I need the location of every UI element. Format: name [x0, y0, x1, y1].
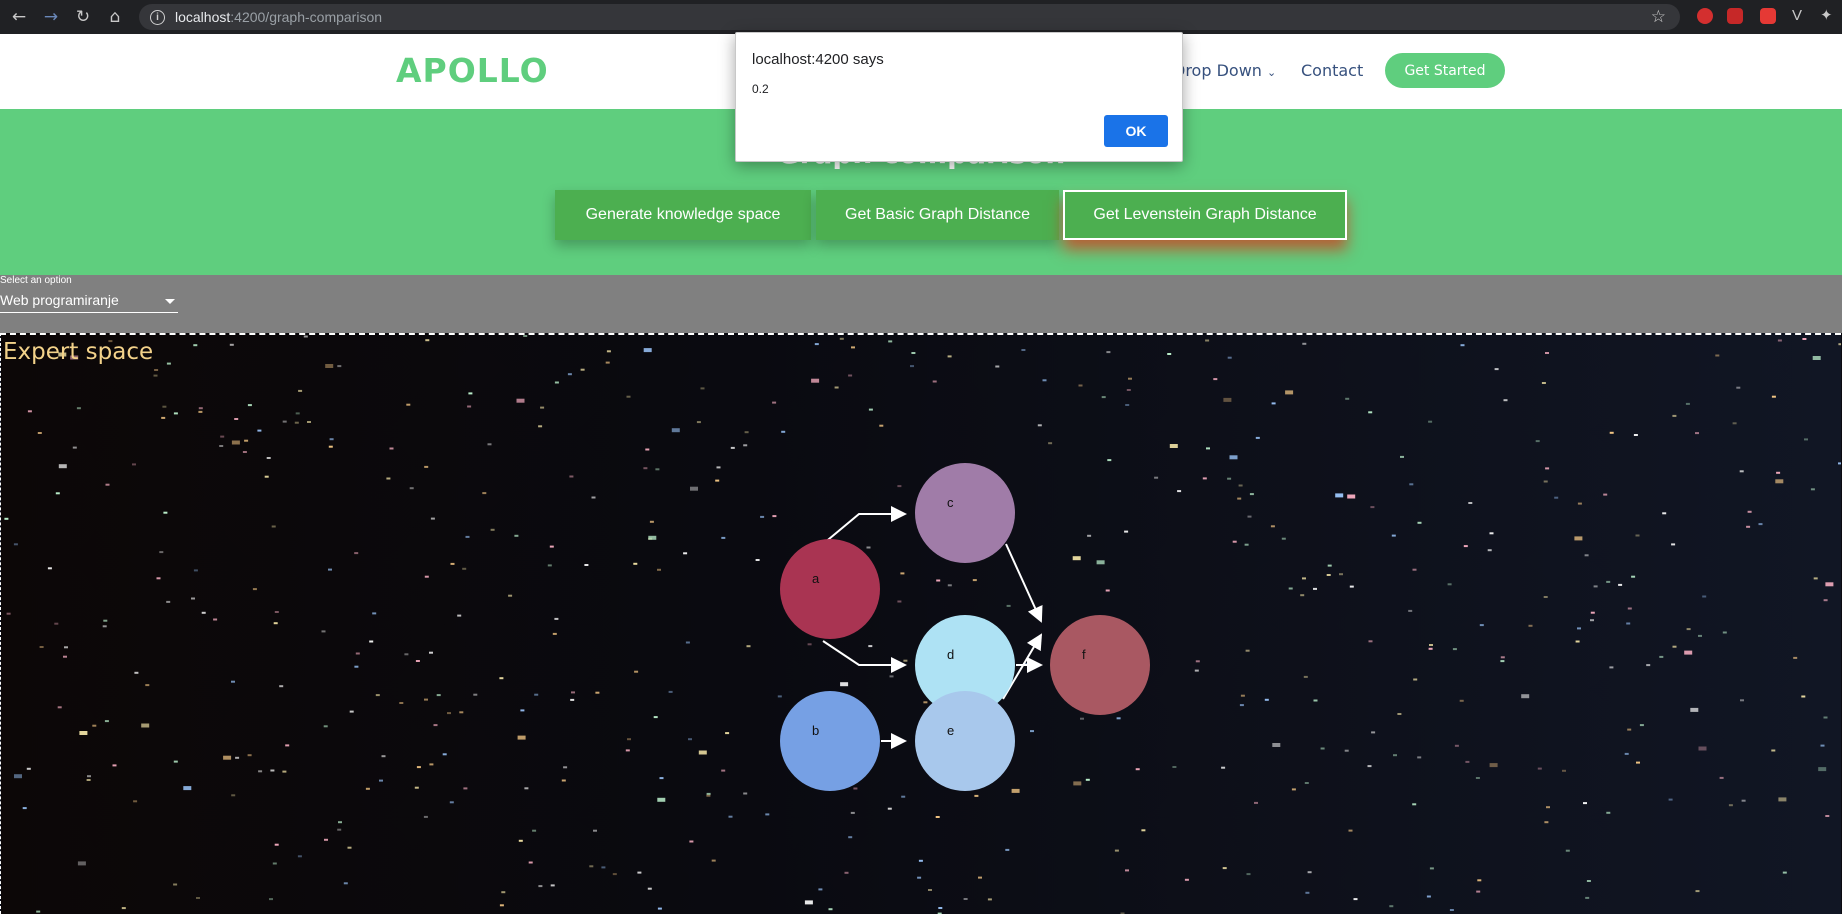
graph-node-a[interactable]	[780, 539, 880, 639]
address-bar[interactable]: i localhost:4200/graph-comparison ☆	[139, 4, 1680, 30]
chevron-down-icon: ⌄	[1267, 66, 1276, 79]
option-select-area: Select an option Web programiranje	[0, 275, 1842, 333]
generate-knowledge-space-button[interactable]: Generate knowledge space	[555, 190, 811, 240]
graph-edge-c-f	[1006, 544, 1041, 621]
graph-node-f[interactable]	[1050, 615, 1150, 715]
logo[interactable]: APOLLO	[396, 51, 549, 90]
url-text[interactable]: localhost:4200/graph-comparison	[175, 9, 382, 25]
nav-dropdown-label: Drop Down	[1173, 61, 1262, 80]
knowledge-graph: a b c d e f	[1, 335, 1841, 914]
option-select[interactable]: Web programiranje	[0, 292, 119, 308]
browser-toolbar: ← → ↻ ⌂ i localhost:4200/graph-compariso…	[0, 0, 1842, 34]
basic-graph-distance-button[interactable]: Get Basic Graph Distance	[816, 190, 1059, 240]
nav-dropdown[interactable]: Drop Down ⌄	[1173, 61, 1276, 80]
info-icon[interactable]: i	[150, 10, 165, 25]
graph-edge-a-d	[823, 641, 905, 665]
graph-node-label-d: d	[947, 647, 954, 662]
alert-dialog: localhost:4200 says 0.2 OK	[735, 32, 1183, 162]
star-icon[interactable]: ☆	[1651, 7, 1666, 27]
forward-icon[interactable]: →	[38, 4, 64, 30]
reload-icon[interactable]: ↻	[70, 4, 96, 30]
ok-button[interactable]: OK	[1104, 115, 1168, 147]
dropdown-arrow-icon[interactable]	[165, 299, 175, 304]
extension-icon[interactable]	[1760, 8, 1776, 24]
select-label: Select an option	[0, 275, 72, 286]
graph-node-b[interactable]	[780, 691, 880, 791]
select-underline	[0, 312, 178, 313]
url-path: :4200/graph-comparison	[230, 9, 382, 25]
graph-node-label-a: a	[812, 571, 820, 586]
graph-node-label-f: f	[1082, 647, 1086, 662]
home-icon[interactable]: ⌂	[102, 4, 128, 30]
nav-contact[interactable]: Contact	[1301, 61, 1363, 80]
url-host: localhost	[175, 9, 230, 25]
levenstein-graph-distance-button[interactable]: Get Levenstein Graph Distance	[1063, 190, 1347, 240]
dialog-message: 0.2	[752, 82, 769, 96]
extension-icon[interactable]: V	[1792, 8, 1808, 24]
graph-node-c[interactable]	[915, 463, 1015, 563]
extension-icon[interactable]	[1697, 8, 1713, 24]
dialog-title: localhost:4200 says	[752, 51, 884, 68]
get-started-button[interactable]: Get Started	[1385, 53, 1505, 88]
back-icon[interactable]: ←	[6, 4, 32, 30]
graph-node-label-c: c	[947, 495, 954, 510]
graph-node-label-b: b	[812, 723, 819, 738]
graph-node-label-e: e	[947, 723, 954, 738]
expert-space-panel: Expert space abcdef	[0, 333, 1841, 914]
extension-icon[interactable]	[1727, 8, 1743, 24]
puzzle-icon[interactable]: ✦	[1820, 8, 1836, 24]
graph-node-e[interactable]	[915, 691, 1015, 791]
